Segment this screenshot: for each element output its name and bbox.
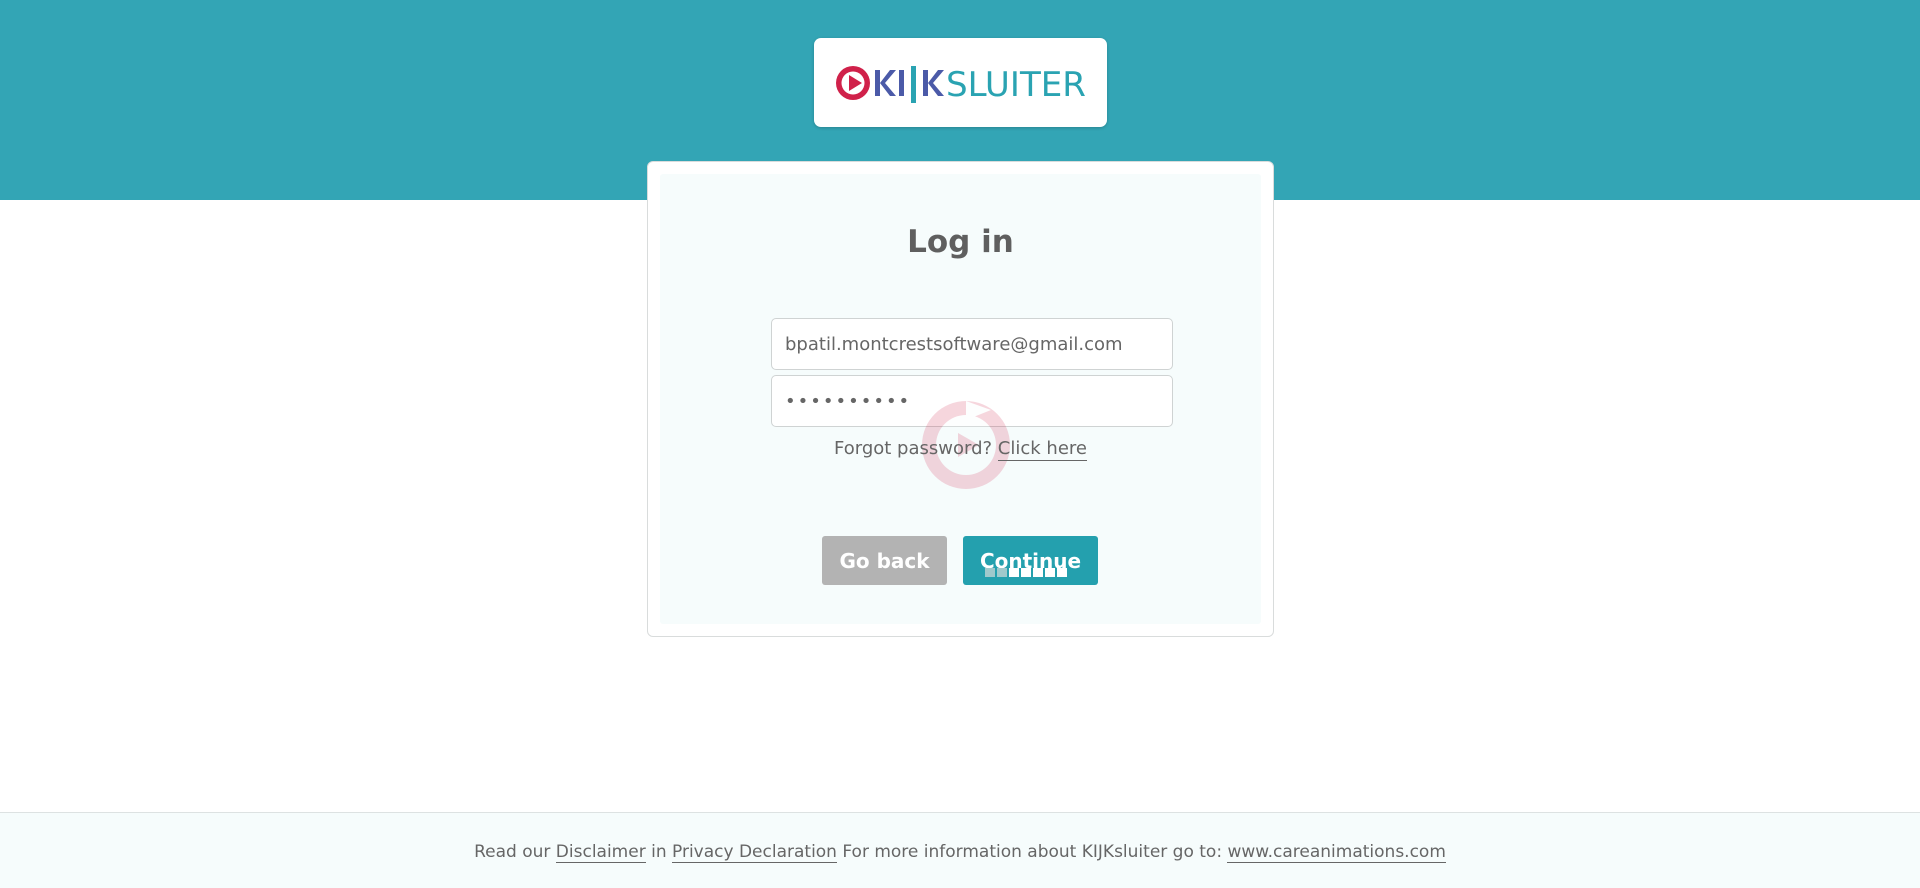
email-field[interactable] bbox=[771, 318, 1173, 370]
login-panel: Log in Forgot password? Click here Go ba… bbox=[660, 174, 1261, 624]
forgot-password-link[interactable]: Click here bbox=[997, 438, 1087, 461]
footer-prefix: Read our bbox=[474, 842, 551, 862]
footer-and: in bbox=[651, 842, 667, 862]
privacy-declaration-link[interactable]: Privacy Declaration bbox=[672, 842, 837, 863]
login-card: Log in Forgot password? Click here Go ba… bbox=[647, 161, 1274, 637]
continue-button[interactable]: Continue bbox=[963, 536, 1098, 585]
forgot-password-text: Forgot password? bbox=[834, 438, 993, 459]
footer: Read our Disclaimer in Privacy Declarati… bbox=[0, 812, 1920, 888]
svg-text:SLUITER: SLUITER bbox=[946, 65, 1086, 105]
go-back-button[interactable]: Go back bbox=[822, 536, 947, 585]
forgot-password-row: Forgot password? Click here bbox=[660, 438, 1261, 461]
disclaimer-link[interactable]: Disclaimer bbox=[555, 842, 646, 863]
page-title: Log in bbox=[907, 224, 1014, 260]
loading-dots-icon bbox=[985, 568, 1067, 577]
kijksluiter-logo-icon: SLUITER bbox=[835, 65, 1086, 105]
logo: SLUITER bbox=[814, 38, 1107, 127]
website-link[interactable]: www.careanimations.com bbox=[1227, 842, 1446, 863]
footer-info: For more information about KIJKsluiter g… bbox=[842, 842, 1223, 862]
password-field[interactable] bbox=[771, 375, 1173, 427]
